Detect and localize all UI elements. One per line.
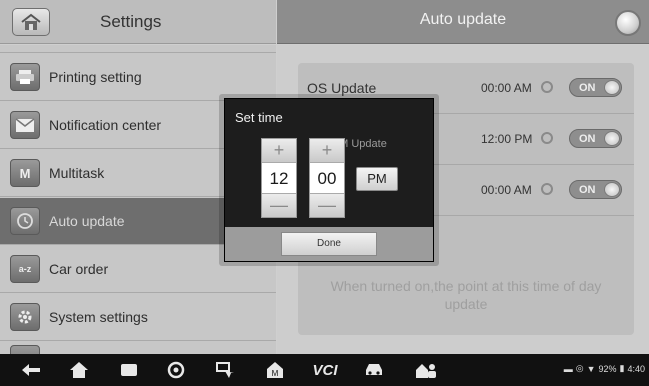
back-icon[interactable] — [18, 359, 44, 381]
minute-decrement-button[interactable]: — — [310, 193, 344, 217]
settings-status-icon: ◎ — [575, 363, 584, 373]
toggle-knob — [604, 182, 620, 197]
update-time[interactable]: 12:00 PM — [481, 132, 532, 146]
battery-icon: ▮ — [619, 363, 625, 373]
envelope-icon — [10, 111, 40, 139]
browser-icon[interactable] — [163, 359, 189, 381]
sidebar-item-label: System settings — [49, 309, 148, 325]
hour-increment-button[interactable]: + — [262, 139, 296, 163]
page-title: Settings — [100, 12, 162, 31]
gear-icon — [10, 303, 40, 331]
sidebar-item-label: Notification center — [49, 117, 162, 133]
toggle-label: ON — [579, 183, 596, 196]
svg-text:M: M — [272, 369, 279, 378]
round-action-button[interactable] — [615, 10, 641, 36]
printer-icon — [10, 63, 40, 91]
auto-update-title: Auto update — [419, 11, 507, 28]
battery-percent: 92% — [598, 363, 617, 374]
dialog-title: Set time — [235, 110, 283, 125]
update-time[interactable]: 00:00 AM — [481, 81, 532, 95]
hour-decrement-button[interactable]: — — [262, 193, 296, 217]
clock-time: 4:40 — [627, 363, 645, 374]
vci-label: VCI — [312, 361, 338, 379]
hour-value[interactable]: 12 — [262, 163, 296, 195]
minute-spinner: + 00 — — [309, 138, 345, 218]
vci-icon[interactable]: VCI — [309, 359, 341, 381]
screen: Settings Auto update Printing setting No… — [0, 0, 649, 386]
set-time-dialog: Set time pM Update + 12 — + 00 — PM Done — [224, 98, 434, 262]
ampm-button[interactable]: PM — [356, 167, 398, 191]
sidebar-item-partial-bottom[interactable] — [0, 342, 276, 354]
home-icon — [21, 13, 41, 30]
message-icon: ▬ — [563, 363, 573, 374]
minute-value[interactable]: 00 — [310, 163, 344, 195]
settings-header: Settings — [0, 0, 276, 44]
toggle-knob — [604, 131, 620, 146]
update-time[interactable]: 00:00 AM — [481, 183, 532, 197]
nav-bar: M VCI ▬ ◎ ▼ 92% ▮ 4:40 — [0, 354, 649, 386]
sidebar-item-label: Multitask — [49, 165, 105, 181]
auto-update-note: When turned on,the point at this time of… — [330, 278, 602, 312]
clock-icon — [10, 207, 40, 235]
partial-icon — [10, 345, 40, 354]
autel-home-icon[interactable]: M — [262, 359, 288, 381]
sidebar-item-system-settings[interactable]: System settings — [0, 294, 276, 341]
sidebar-item-label: Auto update — [49, 213, 125, 229]
toggle-knob — [604, 80, 620, 95]
auto-update-header: Auto update — [277, 0, 649, 44]
clock-icon — [541, 183, 553, 195]
sidebar-item-label: Car order — [49, 261, 109, 277]
done-button[interactable]: Done — [281, 232, 377, 256]
clock-icon — [541, 132, 553, 144]
clock-icon — [541, 81, 553, 93]
wifi-icon: ▼ — [586, 363, 596, 374]
toggle-label: ON — [579, 132, 596, 145]
hour-spinner: + 12 — — [261, 138, 297, 218]
home-button[interactable] — [12, 8, 50, 36]
update-toggle[interactable]: ON — [569, 78, 622, 97]
sidebar-item-label: Printing setting — [49, 69, 142, 85]
update-toggle[interactable]: ON — [569, 180, 622, 199]
recent-apps-icon[interactable] — [116, 359, 142, 381]
car-order-icon: a-z — [10, 255, 40, 283]
home-nav-icon[interactable] — [66, 359, 92, 381]
car-icon[interactable] — [361, 359, 387, 381]
sidebar-item-partial[interactable] — [0, 45, 276, 53]
dialog-footer: Done — [225, 227, 433, 261]
minute-increment-button[interactable]: + — [310, 139, 344, 163]
remote-icon[interactable] — [212, 359, 238, 381]
toggle-label: ON — [579, 81, 596, 94]
multitask-icon: M — [10, 159, 40, 187]
shop-icon[interactable] — [412, 359, 440, 381]
update-toggle[interactable]: ON — [569, 129, 622, 148]
status-area: ▬ ◎ ▼ 92% ▮ 4:40 — [564, 363, 645, 374]
